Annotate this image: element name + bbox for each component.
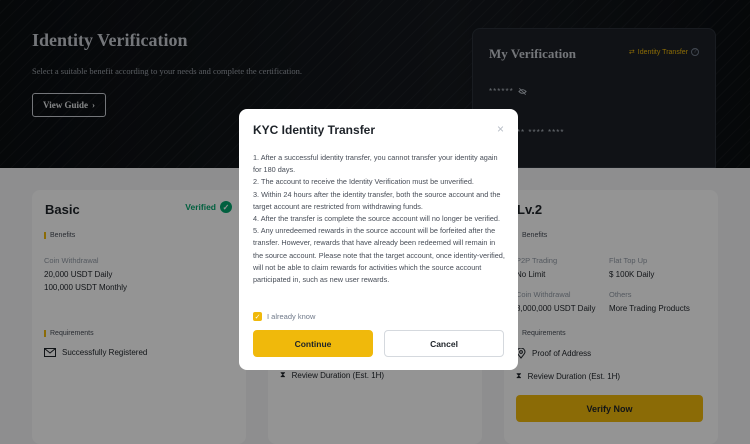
modal-body: 1. After a successful identity transfer,…	[253, 152, 506, 286]
modal-item: 4. After the transfer is complete the so…	[253, 214, 501, 224]
kyc-transfer-modal: KYC Identity Transfer × 1. After a succe…	[239, 109, 518, 370]
acknowledge-checkbox[interactable]: ✓	[253, 312, 262, 321]
acknowledge-label: I already know	[267, 312, 316, 321]
modal-item: 3. Within 24 hours after the identity tr…	[253, 189, 501, 211]
modal-item: 1. After a successful identity transfer,…	[253, 153, 498, 175]
modal-title: KYC Identity Transfer	[253, 123, 376, 137]
modal-item: 2. The account to receive the Identity V…	[253, 177, 474, 187]
cancel-button[interactable]: Cancel	[384, 330, 504, 357]
close-icon[interactable]: ×	[497, 122, 504, 136]
continue-button[interactable]: Continue	[253, 330, 373, 357]
acknowledge-checkbox-row[interactable]: ✓ I already know	[253, 312, 315, 321]
modal-item: 5. Any unredeemed rewards in the source …	[253, 226, 505, 285]
